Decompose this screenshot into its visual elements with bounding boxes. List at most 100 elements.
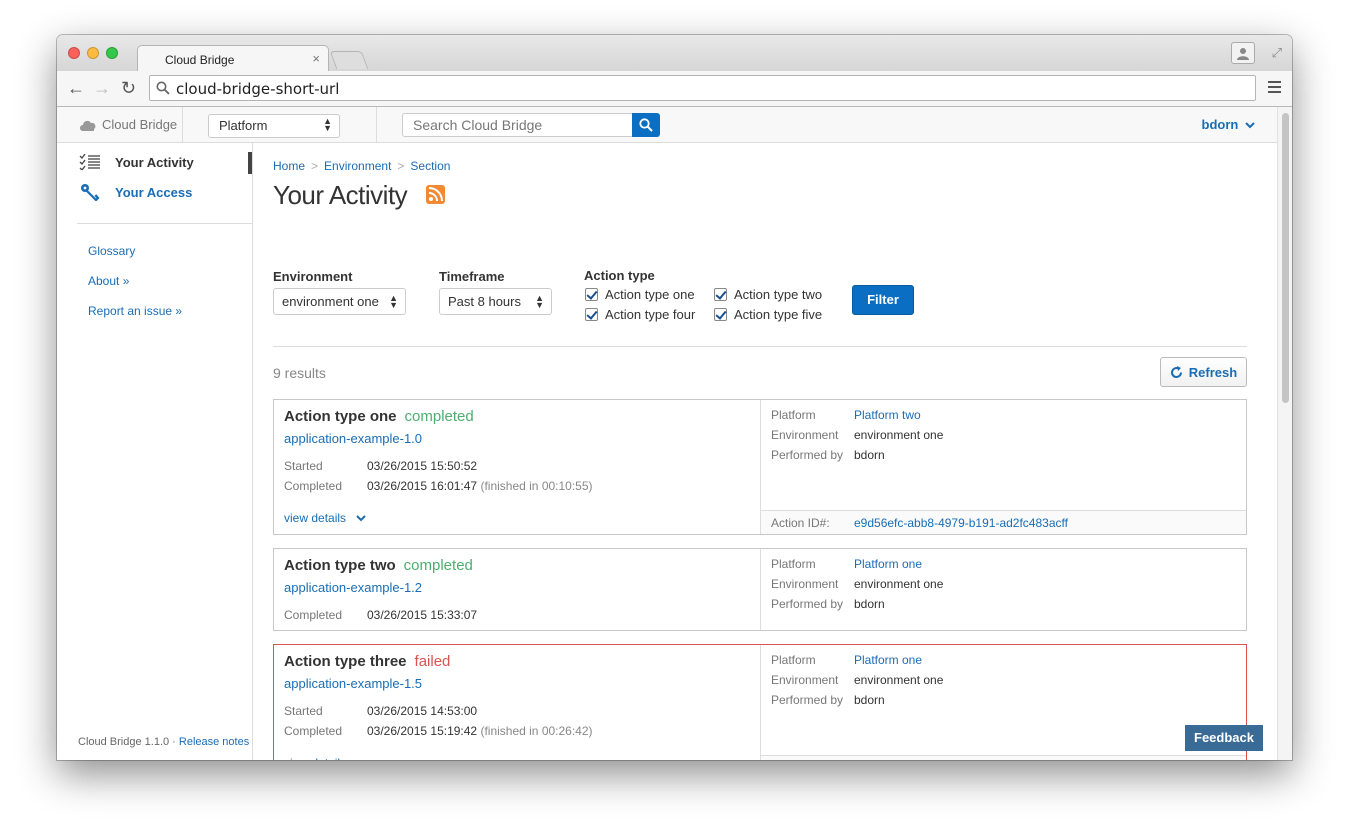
started-label: Started bbox=[284, 459, 323, 473]
activity-title: Action type one completed bbox=[284, 408, 474, 425]
environment-value: environment one bbox=[854, 577, 944, 591]
completed-value: 03/26/2015 15:19:42 (finished in 00:26:4… bbox=[367, 724, 593, 738]
user-menu[interactable]: bdorn bbox=[1202, 117, 1255, 132]
sidebar-item-label: Your Access bbox=[115, 184, 193, 200]
completed-time: 03/26/2015 16:01:47 bbox=[367, 479, 478, 493]
brand[interactable]: Cloud Bridge bbox=[79, 117, 177, 132]
divider bbox=[77, 223, 253, 224]
checkbox-action-type-one[interactable]: Action type one bbox=[585, 287, 695, 302]
page-scrollbar[interactable] bbox=[1277, 107, 1292, 760]
checkbox-checked[interactable] bbox=[585, 288, 598, 301]
feedback-button[interactable]: Feedback bbox=[1185, 725, 1263, 751]
tab-strip: Cloud Bridge × ⤢ bbox=[57, 35, 1292, 72]
platform-label: Platform bbox=[771, 408, 816, 422]
environment-value: environment one bbox=[854, 428, 944, 442]
scroll-thumb[interactable] bbox=[1282, 113, 1289, 403]
new-tab-button[interactable] bbox=[329, 51, 369, 69]
platform-select-value: Platform bbox=[219, 118, 268, 133]
version-text: Cloud Bridge 1.1.0 · bbox=[78, 736, 179, 748]
platform-select[interactable]: Platform ▲ ▼ bbox=[208, 114, 340, 138]
performed-by-value: bdorn bbox=[854, 448, 885, 462]
platform-label: Platform bbox=[771, 557, 816, 571]
about-link[interactable]: About » bbox=[88, 274, 129, 288]
tab-close-icon[interactable]: × bbox=[312, 51, 320, 66]
platform-link[interactable]: Platform two bbox=[854, 408, 921, 422]
fullscreen-icon[interactable]: ⤢ bbox=[1272, 45, 1282, 61]
activity-title: Action type three failed bbox=[284, 653, 450, 670]
activity-card-summary: Action type one completed application-exa… bbox=[274, 400, 761, 534]
browser-window: Cloud Bridge × ⤢ ← → ↻ cloud-bridge-shor… bbox=[57, 35, 1292, 760]
breadcrumb-environment[interactable]: Environment bbox=[324, 159, 391, 173]
sidebar: Your Activity Your Access Glossary About… bbox=[57, 143, 253, 760]
reload-icon[interactable]: ↻ bbox=[121, 78, 136, 98]
timeframe-filter-label: Timeframe bbox=[439, 269, 505, 284]
app-header: Cloud Bridge Platform ▲ ▼ Search Cloud Br… bbox=[57, 107, 1277, 143]
application-link[interactable]: application-example-1.5 bbox=[284, 676, 422, 691]
breadcrumb-home[interactable]: Home bbox=[273, 159, 305, 173]
window-minimize-button[interactable] bbox=[87, 47, 99, 59]
application-link[interactable]: application-example-1.2 bbox=[284, 580, 422, 595]
view-details-link[interactable]: view details bbox=[284, 511, 366, 525]
profile-button[interactable] bbox=[1231, 42, 1255, 64]
sidebar-item-label: Your Activity bbox=[115, 154, 194, 170]
checkbox-checked[interactable] bbox=[714, 288, 727, 301]
sidebar-footer: Cloud Bridge 1.1.0 · Release notes bbox=[78, 736, 249, 748]
filter-button[interactable]: Filter bbox=[852, 285, 914, 315]
sidebar-item-your-activity[interactable]: Your Activity bbox=[79, 154, 194, 170]
action-id-link[interactable]: e9d56efc-abb8-4979-b191-ad2fc483acff bbox=[854, 516, 1068, 530]
forward-arrow-icon[interactable]: → bbox=[93, 78, 111, 98]
search-icon bbox=[639, 118, 653, 132]
activity-card-summary: Action type two completed application-exa… bbox=[274, 549, 761, 630]
timeframe-select[interactable]: Past 8 hours ▲ ▼ bbox=[439, 288, 552, 315]
hamburger-menu-icon[interactable] bbox=[1268, 81, 1281, 96]
results-count: 9 results bbox=[273, 365, 326, 381]
checkbox-action-type-four[interactable]: Action type four bbox=[585, 307, 695, 322]
action-type-name: Action type three bbox=[284, 653, 407, 670]
platform-link[interactable]: Platform one bbox=[854, 557, 922, 571]
report-issue-link[interactable]: Report an issue » bbox=[88, 304, 182, 318]
timeframe-select-value: Past 8 hours bbox=[448, 294, 521, 309]
breadcrumb-section[interactable]: Section bbox=[410, 159, 450, 173]
view-details-link[interactable]: view details bbox=[284, 756, 366, 760]
tab-title: Cloud Bridge bbox=[165, 53, 235, 67]
checkbox-checked[interactable] bbox=[585, 308, 598, 321]
platform-link[interactable]: Platform one bbox=[854, 653, 922, 667]
checkbox-checked[interactable] bbox=[714, 308, 727, 321]
window-maximize-button[interactable] bbox=[106, 47, 118, 59]
application-link[interactable]: application-example-1.0 bbox=[284, 431, 422, 446]
environment-label: Environment bbox=[771, 673, 839, 687]
environment-select[interactable]: environment one ▲ ▼ bbox=[273, 288, 406, 315]
chevron-down-icon bbox=[357, 759, 365, 760]
checkbox-label: Action type four bbox=[605, 307, 696, 322]
back-arrow-icon[interactable]: ← bbox=[67, 78, 85, 98]
refresh-button[interactable]: Refresh bbox=[1160, 357, 1247, 387]
environment-label: Environment bbox=[771, 577, 839, 591]
divider bbox=[182, 107, 183, 143]
glossary-link[interactable]: Glossary bbox=[88, 244, 135, 258]
performed-by-label: Performed by bbox=[771, 448, 844, 462]
checkbox-action-type-two[interactable]: Action type two bbox=[714, 287, 822, 302]
refresh-icon bbox=[1170, 365, 1182, 378]
environment-select-value: environment one bbox=[282, 294, 379, 309]
performed-by-label: Performed by bbox=[771, 693, 844, 707]
divider bbox=[273, 346, 1247, 347]
checkbox-label: Action type two bbox=[734, 287, 823, 302]
search-input[interactable]: Search Cloud Bridge bbox=[402, 113, 633, 137]
activity-card: Action type one completed application-exa… bbox=[273, 399, 1247, 535]
breadcrumb-separator: > bbox=[397, 159, 405, 173]
checkbox-label: Action type one bbox=[605, 287, 695, 302]
checkbox-action-type-five[interactable]: Action type five bbox=[714, 307, 822, 322]
address-bar[interactable]: cloud-bridge-short-url bbox=[149, 75, 1256, 101]
status-badge: failed bbox=[414, 653, 451, 670]
started-label: Started bbox=[284, 704, 323, 718]
rss-icon[interactable] bbox=[426, 185, 445, 204]
user-name: bdorn bbox=[1201, 117, 1239, 132]
browser-tab[interactable]: Cloud Bridge × bbox=[137, 45, 329, 72]
window-close-button[interactable] bbox=[68, 47, 80, 59]
status-badge: completed bbox=[403, 557, 473, 574]
sidebar-item-your-access[interactable]: Your Access bbox=[79, 183, 192, 201]
brand-name: Cloud Bridge bbox=[102, 117, 178, 132]
view-details-label: view details bbox=[284, 756, 346, 760]
release-notes-link[interactable]: Release notes bbox=[179, 736, 249, 748]
search-button[interactable] bbox=[632, 113, 660, 137]
